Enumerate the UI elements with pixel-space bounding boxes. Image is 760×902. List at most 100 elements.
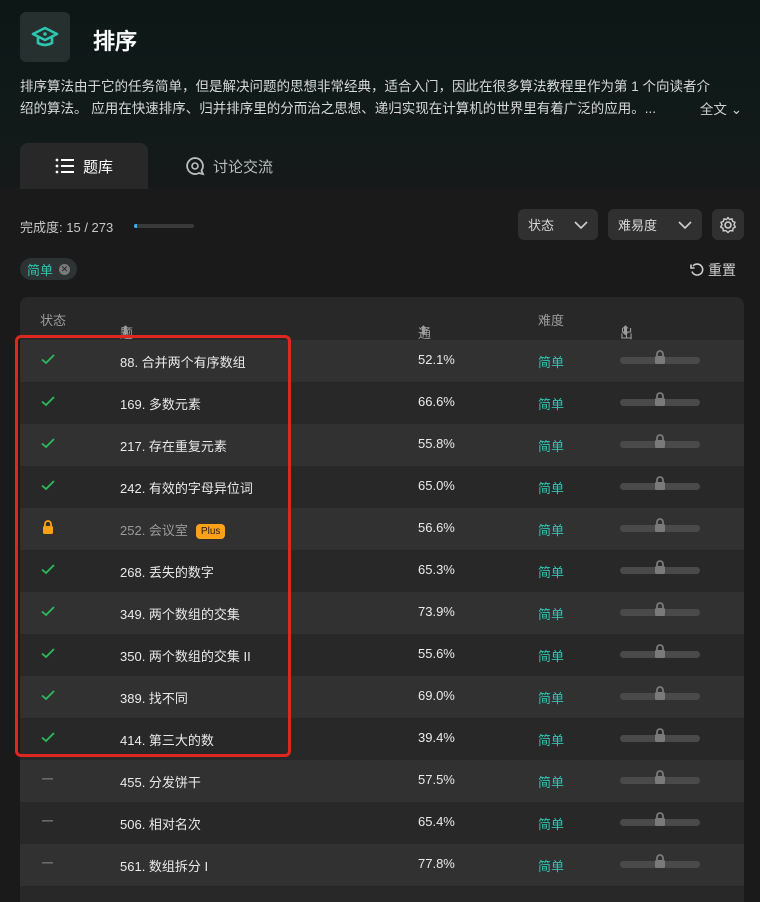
check-icon xyxy=(40,687,60,707)
progress-value: 15 / 273 xyxy=(66,220,114,235)
lock-icon xyxy=(652,433,668,452)
table-row[interactable]: 414. 第三大的数 39.4% 简单 xyxy=(20,718,744,760)
problem-title-link[interactable]: 169. 多数元素 xyxy=(120,394,201,413)
refresh-icon xyxy=(690,263,704,276)
lock-icon xyxy=(652,475,668,494)
problem-title: 268. 丢失的数字 xyxy=(120,565,214,580)
table-row[interactable]: 217. 存在重复元素 55.8% 简单 xyxy=(20,424,744,466)
problem-title: 242. 有效的字母异位词 xyxy=(120,481,253,496)
graduation-cap-icon xyxy=(20,12,70,62)
lock-icon xyxy=(652,601,668,620)
page-title: 排序 xyxy=(93,29,138,54)
header-difficulty: 难度 xyxy=(538,313,565,328)
problem-title-link[interactable]: 242. 有效的字母异位词 xyxy=(120,478,253,497)
table-row[interactable]: 242. 有效的字母异位词 65.0% 简单 xyxy=(20,466,744,508)
page-header: 排序 排序算法由于它的任务简单，但是解决问题的思想非常经典，适合入门，因此在很多… xyxy=(0,0,760,189)
check-icon xyxy=(40,729,60,749)
status-filter-select[interactable]: 状态 xyxy=(518,209,598,240)
lock-icon xyxy=(652,769,668,788)
lock-icon xyxy=(652,685,668,704)
description-line: 绍的算法。 应用在快速排序、归并排序里的分而治之思想、递归实现在计算机的世界里有… xyxy=(20,101,657,116)
check-icon xyxy=(40,645,60,665)
problem-title: 217. 存在重复元素 xyxy=(120,439,227,454)
acceptance-rate: 69.0% xyxy=(418,688,455,703)
status-filter-label: 状态 xyxy=(528,218,555,233)
lock-icon xyxy=(652,517,668,536)
close-icon[interactable]: ✕ xyxy=(59,263,71,275)
problem-title: 252. 会议室 xyxy=(120,523,188,538)
list-icon xyxy=(55,158,74,174)
sort-icon: ⬍ xyxy=(120,323,131,338)
difficulty-label: 简单 xyxy=(538,817,565,832)
difficulty-label: 简单 xyxy=(538,523,565,538)
difficulty-filter-label: 难易度 xyxy=(618,218,658,233)
problem-title: 561. 数组拆分 I xyxy=(120,859,209,874)
problem-title-link[interactable]: 88. 合并两个有序数组 xyxy=(120,352,246,371)
difficulty-label: 简单 xyxy=(538,691,565,706)
active-filter-tag[interactable]: 简单 ✕ xyxy=(20,258,78,280)
table-row[interactable]: 389. 找不同 69.0% 简单 xyxy=(20,676,744,718)
problem-title-link[interactable]: 349. 两个数组的交集 xyxy=(120,604,240,623)
check-icon xyxy=(40,351,60,371)
problem-title-link[interactable]: 455. 分发饼干 xyxy=(120,772,201,791)
acceptance-rate: 65.0% xyxy=(418,478,455,493)
chevron-down-icon xyxy=(574,220,588,229)
table-row[interactable]: 268. 丢失的数字 65.3% 简单 xyxy=(20,550,744,592)
reset-button[interactable]: 重置 xyxy=(690,260,736,280)
tab-problem-list[interactable]: 题库 xyxy=(20,143,148,189)
table-row[interactable]: 506. 相对名次 65.4% 简单 xyxy=(20,802,744,844)
table-row[interactable]: 349. 两个数组的交集 73.9% 简单 xyxy=(20,592,744,634)
acceptance-rate: 65.4% xyxy=(418,814,455,829)
lock-icon xyxy=(40,519,60,539)
check-icon xyxy=(40,603,60,623)
check-icon xyxy=(40,435,60,455)
problem-title-link[interactable]: 217. 存在重复元素 xyxy=(120,436,227,455)
difficulty-label: 简单 xyxy=(538,733,565,748)
tab-label: 讨论交流 xyxy=(213,158,274,176)
problem-title: 506. 相对名次 xyxy=(120,817,201,832)
table-header: 状态 题目 ⬍ 通过率 ⬍ 难度 出现频率 ⬍ xyxy=(20,297,744,398)
difficulty-label: 简单 xyxy=(538,355,565,370)
header-status: 状态 xyxy=(40,313,67,328)
table-row[interactable]: 252. 会议室 Plus 56.6% 简单 xyxy=(20,508,744,550)
problem-title: 169. 多数元素 xyxy=(120,397,201,412)
problem-title-link[interactable]: 252. 会议室 Plus xyxy=(120,520,226,539)
acceptance-rate: 55.6% xyxy=(418,646,455,661)
problem-title-link[interactable]: 389. 找不同 xyxy=(120,688,188,707)
progress-fill xyxy=(134,224,138,228)
tab-discussion[interactable]: 讨论交流 xyxy=(185,143,273,189)
difficulty-label: 简单 xyxy=(538,481,565,496)
table-row[interactable]: 350. 两个数组的交集 II 55.6% 简单 xyxy=(20,634,744,676)
problem-title-link[interactable]: 268. 丢失的数字 xyxy=(120,562,214,581)
problem-title-link[interactable]: 350. 两个数组的交集 II xyxy=(120,646,251,665)
gear-icon xyxy=(719,216,737,233)
acceptance-rate: 56.6% xyxy=(418,520,455,535)
difficulty-filter-select[interactable]: 难易度 xyxy=(608,209,702,240)
problem-title-link[interactable]: 414. 第三大的数 xyxy=(120,730,214,749)
table-row[interactable]: 561. 数组拆分 I 77.8% 简单 xyxy=(20,844,744,886)
difficulty-label: 简单 xyxy=(538,397,565,412)
table-row[interactable]: 455. 分发饼干 57.5% 简单 xyxy=(20,760,744,802)
table-row[interactable]: 169. 多数元素 66.6% 简单 xyxy=(20,382,744,424)
acceptance-rate: 57.5% xyxy=(418,772,455,787)
chat-search-icon xyxy=(186,157,205,176)
sort-icon: ⬍ xyxy=(418,323,429,338)
difficulty-label: 简单 xyxy=(538,607,565,622)
problem-title-link[interactable]: 506. 相对名次 xyxy=(120,814,201,833)
lock-icon xyxy=(652,727,668,746)
acceptance-rate: 77.8% xyxy=(418,856,455,871)
lock-icon xyxy=(652,391,668,410)
problem-title-link[interactable]: 561. 数组拆分 I xyxy=(120,856,208,875)
problem-title: 349. 两个数组的交集 xyxy=(120,607,240,622)
table-row[interactable]: 88. 合并两个有序数组 52.1% 简单 xyxy=(20,340,744,382)
expand-description-link[interactable]: 全文 ⌄ xyxy=(700,98,742,118)
problem-title: 455. 分发饼干 xyxy=(120,775,201,790)
chevron-down-icon xyxy=(678,220,692,229)
settings-button[interactable] xyxy=(712,209,744,240)
check-icon xyxy=(40,393,60,413)
sort-icon: ⬍ xyxy=(620,323,631,338)
check-icon xyxy=(40,561,60,581)
acceptance-rate: 66.6% xyxy=(418,394,455,409)
problem-title: 414. 第三大的数 xyxy=(120,733,214,748)
difficulty-label: 简单 xyxy=(538,439,565,454)
